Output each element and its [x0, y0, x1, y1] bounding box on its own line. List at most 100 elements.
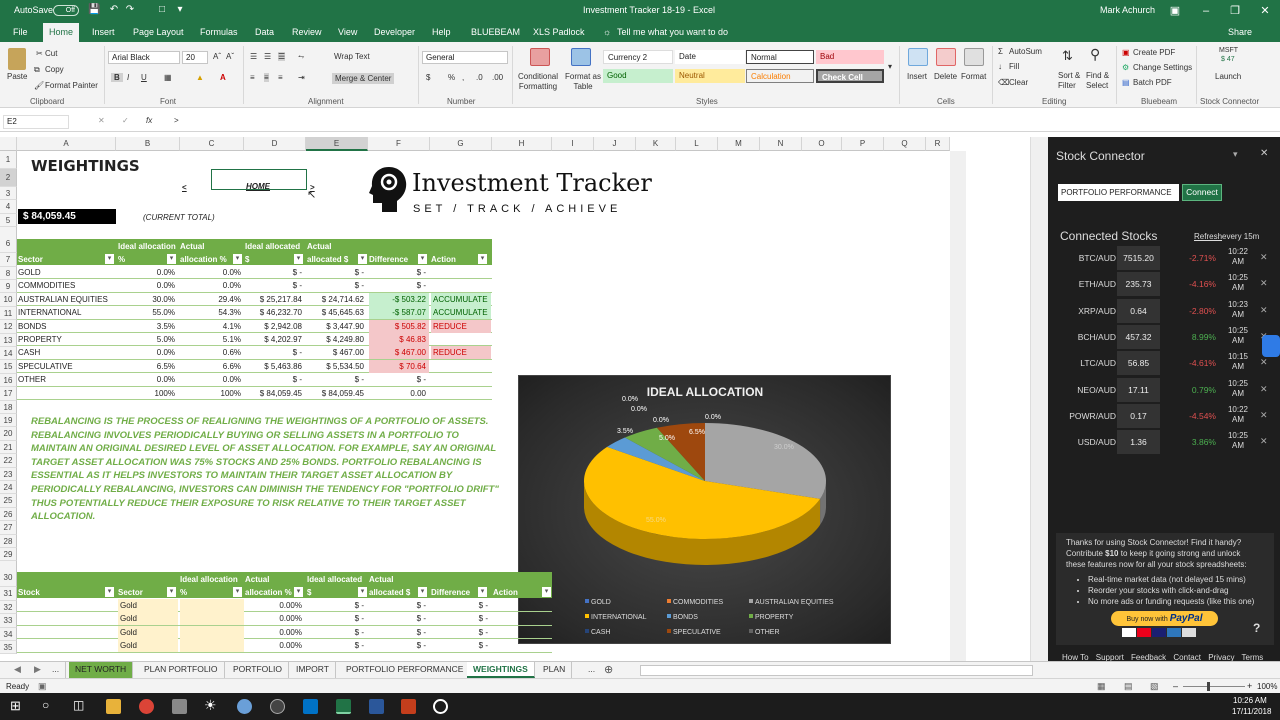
allocation-cell[interactable]: 6.6%: [180, 360, 244, 373]
stock-cell[interactable]: Gold: [118, 639, 178, 653]
close-icon[interactable]: ✕: [1255, 2, 1275, 20]
clock-date[interactable]: 17/11/2018: [1232, 707, 1271, 716]
tab-formulas[interactable]: Formulas: [200, 27, 238, 37]
allocation-cell[interactable]: REDUCE: [431, 346, 491, 360]
allocation-cell[interactable]: 0.00: [369, 387, 429, 400]
tell-me-search[interactable]: Tell me what you want to do: [617, 27, 728, 37]
zoom-in-icon[interactable]: +: [1247, 681, 1252, 691]
style-normal[interactable]: Normal: [746, 50, 814, 64]
zoom-level[interactable]: 100%: [1257, 682, 1277, 691]
allocation-cell[interactable]: COMMODITIES: [18, 279, 116, 292]
save-icon[interactable]: 💾: [88, 4, 100, 16]
chrome-icon[interactable]: [139, 699, 154, 714]
stock-cell[interactable]: [180, 599, 244, 612]
sheet-tab-plan-portfolio[interactable]: PLAN PORTFOLIO: [138, 662, 225, 678]
allocation-cell[interactable]: SPECULATIVE: [18, 360, 116, 373]
allocation-cell[interactable]: 0.0%: [118, 346, 178, 359]
allocation-cell[interactable]: $ 467.00: [307, 346, 367, 359]
filter-dropdown-icon[interactable]: ▾: [418, 254, 427, 264]
stock-cell[interactable]: $ -: [431, 612, 491, 625]
format-as-table-icon[interactable]: [571, 48, 591, 66]
filter-dropdown-icon[interactable]: ▾: [167, 254, 176, 264]
column-header[interactable]: O: [802, 137, 842, 151]
filter-dropdown-icon[interactable]: ▾: [105, 254, 114, 264]
stock-cell[interactable]: [18, 599, 116, 612]
stock-cell[interactable]: 0.00%: [245, 639, 305, 652]
row-header[interactable]: 34: [0, 627, 17, 641]
allocation-cell[interactable]: 3.5%: [118, 320, 178, 333]
zoom-slider-thumb[interactable]: [1207, 682, 1210, 691]
tab-scroll-right-icon[interactable]: ▶: [34, 664, 41, 675]
column-header[interactable]: I: [552, 137, 594, 151]
number-format-select[interactable]: General: [422, 51, 508, 64]
share-button[interactable]: Share: [1228, 27, 1252, 37]
pane-options-icon[interactable]: ▾: [1233, 149, 1238, 160]
filter-dropdown-icon[interactable]: ▾: [294, 254, 303, 264]
allocation-cell[interactable]: $ 505.82: [369, 319, 429, 333]
copy-button[interactable]: Copy: [45, 65, 64, 74]
filter-dropdown-icon[interactable]: ▾: [167, 587, 176, 597]
customize-toolbar-icon[interactable]: ▾: [174, 4, 186, 16]
allocation-cell[interactable]: 0.0%: [180, 373, 244, 386]
format-cells-icon[interactable]: [964, 48, 984, 66]
allocation-cell[interactable]: 0.0%: [118, 279, 178, 292]
style-check-cell[interactable]: Check Cell: [816, 69, 884, 83]
allocation-cell[interactable]: $ -: [307, 373, 367, 386]
allocation-cell[interactable]: $ -: [369, 373, 429, 386]
bold-button[interactable]: B: [111, 73, 123, 82]
row-header[interactable]: 25: [0, 494, 17, 508]
column-header[interactable]: F: [368, 137, 430, 151]
remove-stock-icon[interactable]: ✕: [1260, 384, 1268, 395]
tab-home[interactable]: Home: [43, 23, 80, 42]
filter-dropdown-icon[interactable]: ▾: [418, 587, 427, 597]
tab-developer[interactable]: Developer: [374, 27, 415, 37]
stock-cell[interactable]: $ -: [369, 626, 429, 639]
font-name-select[interactable]: Arial Black: [108, 51, 180, 64]
find-select-button[interactable]: Find & Select: [1086, 71, 1109, 91]
sort-filter-button[interactable]: Sort & Filter: [1058, 71, 1080, 91]
stock-cell[interactable]: $ -: [431, 626, 491, 639]
allocation-cell[interactable]: ACCUMULATE: [431, 306, 491, 320]
delete-cells-icon[interactable]: [936, 48, 956, 66]
sort-filter-icon[interactable]: ⇅: [1062, 48, 1073, 64]
borders-icon[interactable]: ▦: [164, 73, 172, 82]
row-header[interactable]: 24: [0, 481, 17, 495]
style-date[interactable]: Date: [675, 50, 745, 64]
row-header[interactable]: 28: [0, 534, 17, 548]
row-header[interactable]: 32: [0, 600, 17, 615]
help-icon[interactable]: ?: [1253, 621, 1260, 635]
normal-view-icon[interactable]: ▦: [1097, 681, 1106, 692]
stock-cell[interactable]: $ -: [307, 626, 367, 639]
filter-dropdown-icon[interactable]: ▾: [478, 254, 487, 264]
insert-cells-button[interactable]: Insert: [907, 72, 927, 81]
increase-font-icon[interactable]: Aˆ: [213, 52, 221, 61]
pane-close-icon[interactable]: ✕: [1260, 148, 1268, 159]
stock-cell[interactable]: $ -: [369, 639, 429, 652]
merge-center-button[interactable]: Merge & Center: [332, 73, 395, 84]
macro-record-icon[interactable]: ▣: [38, 681, 47, 692]
row-header[interactable]: 27: [0, 521, 17, 535]
style-good[interactable]: Good: [603, 69, 673, 83]
horizontal-scrollbar[interactable]: [640, 665, 1033, 676]
percent-style-icon[interactable]: %: [448, 73, 455, 82]
pane-splitter[interactable]: [1030, 137, 1048, 661]
page-break-view-icon[interactable]: ▧: [1150, 681, 1159, 692]
row-header[interactable]: 26: [0, 507, 17, 522]
stock-cell[interactable]: [493, 626, 551, 639]
minimize-icon[interactable]: –: [1196, 2, 1216, 20]
allocation-cell[interactable]: $ 4,249.80: [307, 333, 367, 346]
stock-cell[interactable]: [18, 612, 116, 625]
align-middle-icon[interactable]: ☰: [264, 52, 271, 61]
row-header[interactable]: 35: [0, 641, 17, 655]
allocation-cell[interactable]: $ 467.00: [369, 346, 429, 360]
clear-button[interactable]: Clear: [1009, 78, 1028, 87]
fill-button[interactable]: Fill: [1009, 62, 1019, 71]
remove-stock-icon[interactable]: ✕: [1260, 410, 1268, 421]
allocation-cell[interactable]: [431, 373, 491, 386]
sheet-tab-net-worth[interactable]: NET WORTH: [69, 662, 134, 678]
stock-cell[interactable]: Gold: [118, 599, 178, 612]
windows-start-icon[interactable]: ⊞: [10, 698, 21, 714]
column-header[interactable]: J: [594, 137, 636, 151]
sheet-tab-plan[interactable]: PLAN: [537, 662, 573, 678]
allocation-cell[interactable]: 4.1%: [180, 320, 244, 333]
